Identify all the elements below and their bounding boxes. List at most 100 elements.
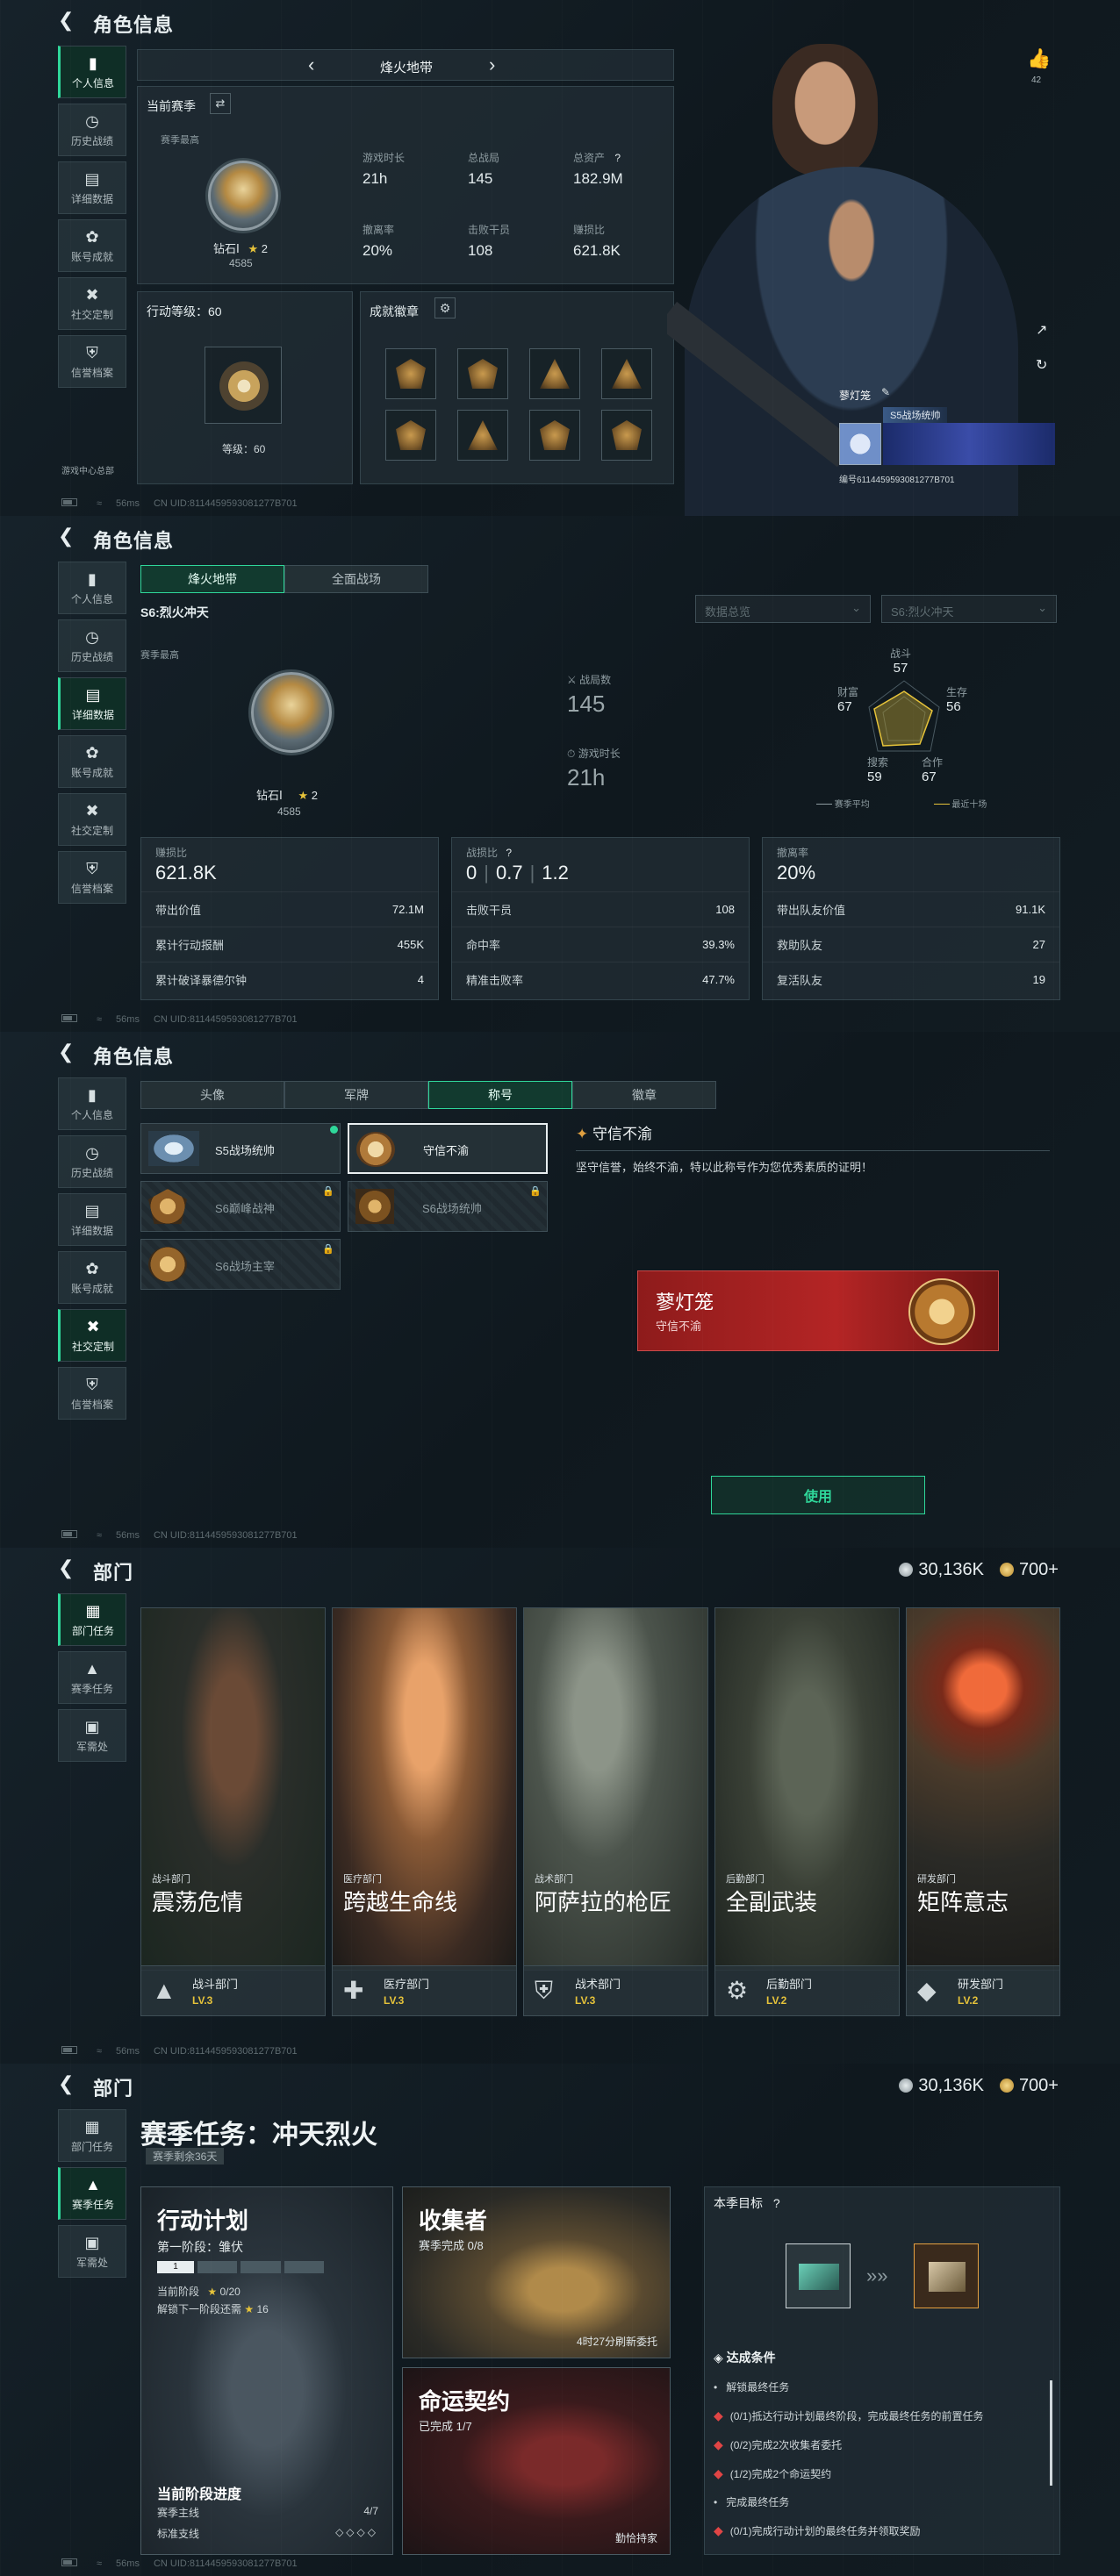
help-icon[interactable]: ?: [506, 847, 512, 859]
overview-dropdown[interactable]: 数据总览 ⌄: [695, 595, 871, 623]
dept-research[interactable]: ◆ 研发部门 LV.2: [906, 1965, 1060, 2016]
condition-item: ◆ (0/1)完成行动计划的最终任务并领取奖励: [714, 2523, 921, 2537]
sidebar-item-credit[interactable]: ⛨ 信誉档案: [58, 1367, 126, 1420]
status-footer: ≈ 56ms CN UID:8114459593081277B701: [61, 2558, 298, 2569]
badge-slot[interactable]: [601, 348, 652, 399]
currency-balance[interactable]: 30,136K: [899, 1560, 984, 1580]
sidebar-item-details[interactable]: ▤ 详细数据: [58, 677, 126, 730]
title-item-locked[interactable]: S6巅峰战神 🔒: [140, 1181, 341, 1232]
dept-tactical[interactable]: ⛨ 战术部门 LV.3: [523, 1965, 708, 2016]
sidebar-item-achievements[interactable]: ✿ 账号成就: [58, 219, 126, 272]
title-item-locked[interactable]: S6战场主宰 🔒: [140, 1239, 341, 1290]
sidebar-item-supply[interactable]: ▣ 军需处: [58, 2225, 126, 2278]
tab-title[interactable]: 称号: [428, 1081, 572, 1109]
back-arrow-icon[interactable]: ❮: [58, 11, 77, 30]
sidebar-item-personal[interactable]: ▮ 个人信息: [58, 562, 126, 614]
season-dropdown[interactable]: S6:烈火冲天 ⌄: [881, 595, 1057, 623]
dept-medical[interactable]: ✚ 医疗部门 LV.3: [332, 1965, 517, 2016]
collector-card[interactable]: 收集者 赛季完成 0/8 4时27分刷新委托: [402, 2186, 671, 2358]
currency-bar: 30,136K 700+: [899, 1560, 1059, 1580]
help-icon[interactable]: ?: [614, 152, 621, 164]
tab-fullwar[interactable]: 全面战场: [284, 565, 428, 593]
badge-slot[interactable]: [385, 348, 436, 399]
next-season-icon[interactable]: ›: [489, 54, 495, 76]
gold-coin-icon: [999, 1563, 1014, 1577]
ping: 56ms: [116, 2046, 140, 2057]
conditions-title: ◈ 达成条件: [714, 2351, 776, 2365]
dept-combat[interactable]: ▲ 战斗部门 LV.3: [140, 1965, 326, 2016]
share-icon[interactable]: ↗: [1036, 321, 1047, 339]
back-arrow-icon[interactable]: ❮: [58, 1042, 77, 1062]
action-plan-card[interactable]: 行动计划 第一阶段：雏伏 1 当前阶段 ★ 0/20 解锁下一阶段还需 ★ 16…: [140, 2186, 393, 2555]
sidebar-item-season-tasks[interactable]: ▲ 赛季任务: [58, 2167, 126, 2220]
dept-logistics[interactable]: ⚙ 后勤部门 LV.2: [714, 1965, 900, 2016]
badge-slot[interactable]: [457, 410, 508, 461]
conditions-scrollbar[interactable]: [1050, 2380, 1052, 2486]
back-arrow-icon[interactable]: ❮: [58, 2074, 77, 2093]
prev-season-icon[interactable]: ‹: [308, 54, 314, 76]
switch-icon[interactable]: ⇄: [210, 93, 231, 114]
sidebar-item-dept-tasks[interactable]: ▦ 部门任务: [58, 1593, 126, 1646]
sidebar-item-history[interactable]: ◷ 历史战绩: [58, 1135, 126, 1188]
currency-tickets[interactable]: 700+: [999, 2076, 1059, 2096]
scales-emblem: [908, 1278, 975, 1345]
tab-firezone[interactable]: 烽火地带: [140, 565, 284, 593]
badge-slot[interactable]: [529, 410, 580, 461]
online-center-link[interactable]: 游戏中心总部: [61, 463, 114, 476]
currency-tickets[interactable]: 700+: [999, 1560, 1059, 1580]
currency-balance[interactable]: 30,136K: [899, 2076, 984, 2096]
sidebar-item-credit[interactable]: ⛨ 信誉档案: [58, 335, 126, 388]
dept-card-medical[interactable]: 医疗部门 跨越生命线: [332, 1607, 517, 1971]
coin-icon: [899, 1563, 914, 1577]
title-thumb: [148, 1131, 199, 1166]
wifi-icon: ≈: [97, 1530, 103, 1541]
edit-icon[interactable]: ✎: [881, 386, 890, 398]
tab-dogtag[interactable]: 军牌: [284, 1081, 428, 1109]
use-button[interactable]: 使用: [711, 1476, 925, 1514]
sidebar-item-social[interactable]: ✖ 社交定制: [58, 1309, 126, 1362]
badge-slot[interactable]: [457, 348, 508, 399]
bar-chart-icon: ▮: [89, 54, 97, 72]
dept-card-tactical[interactable]: 战术部门 阿萨拉的枪匠: [523, 1607, 708, 1971]
badge-slot[interactable]: [529, 348, 580, 399]
sidebar-item-history[interactable]: ◷ 历史战绩: [58, 104, 126, 156]
dept-card-logistics[interactable]: 后勤部门 全副武装: [714, 1607, 900, 1971]
dept-card-research[interactable]: 研发部门 矩阵意志: [906, 1607, 1060, 1971]
title-item-locked[interactable]: S6战场统帅 🔒: [348, 1181, 548, 1232]
sidebar-item-achievements[interactable]: ✿ 账号成就: [58, 735, 126, 788]
sidebar-item-social[interactable]: ✖ 社交定制: [58, 277, 126, 330]
badge-icon: [540, 359, 570, 389]
sidebar-item-history[interactable]: ◷ 历史战绩: [58, 619, 126, 672]
sidebar-item-details[interactable]: ▤ 详细数据: [58, 161, 126, 214]
like-icon[interactable]: 👍: [1027, 47, 1051, 70]
stat-kills: 击败干员 108: [468, 224, 511, 259]
stat-row: 累计破译暴德尔钟 4: [141, 962, 438, 997]
fate-contract-card[interactable]: 命运契约 已完成 1/7 勤恰持家: [402, 2367, 671, 2555]
sidebar-item-supply[interactable]: ▣ 军需处: [58, 1709, 126, 1762]
page-title: 角色信息: [93, 530, 175, 552]
custom-tabs: 头像 军牌 称号 徽章: [140, 1081, 716, 1109]
sidebar-item-social[interactable]: ✖ 社交定制: [58, 793, 126, 846]
sidebar-item-personal[interactable]: ▮ 个人信息: [58, 46, 126, 98]
status-footer: ≈ 56ms CN UID:8114459593081277B701: [61, 1014, 298, 1025]
badge-slot[interactable]: [385, 410, 436, 461]
back-arrow-icon[interactable]: ❮: [58, 1558, 77, 1578]
back-arrow-icon[interactable]: ❮: [58, 526, 77, 546]
title-item[interactable]: S5战场统帅: [140, 1123, 341, 1174]
arrow-right-icon: »»: [866, 2265, 888, 2286]
sidebar-item-dept-tasks[interactable]: ▦ 部门任务: [58, 2109, 126, 2162]
sidebar-item-achievements[interactable]: ✿ 账号成就: [58, 1251, 126, 1304]
sidebar-item-credit[interactable]: ⛨ 信誉档案: [58, 851, 126, 904]
gear-icon[interactable]: ⚙: [434, 297, 456, 318]
sidebar-item-season-tasks[interactable]: ▲ 赛季任务: [58, 1651, 126, 1704]
tab-avatar[interactable]: 头像: [140, 1081, 284, 1109]
current-season-label: 当前赛季: [147, 99, 196, 113]
badge-slot[interactable]: [601, 410, 652, 461]
help-icon[interactable]: ?: [773, 2196, 780, 2210]
sidebar-item-details[interactable]: ▤ 详细数据: [58, 1193, 126, 1246]
title-item-selected[interactable]: 守信不渝: [348, 1123, 548, 1174]
sidebar-item-personal[interactable]: ▮ 个人信息: [58, 1077, 126, 1130]
dept-card-combat[interactable]: 战斗部门 震荡危情: [140, 1607, 326, 1971]
rotate-icon[interactable]: ↻: [1036, 356, 1047, 374]
tab-badge[interactable]: 徽章: [572, 1081, 716, 1109]
